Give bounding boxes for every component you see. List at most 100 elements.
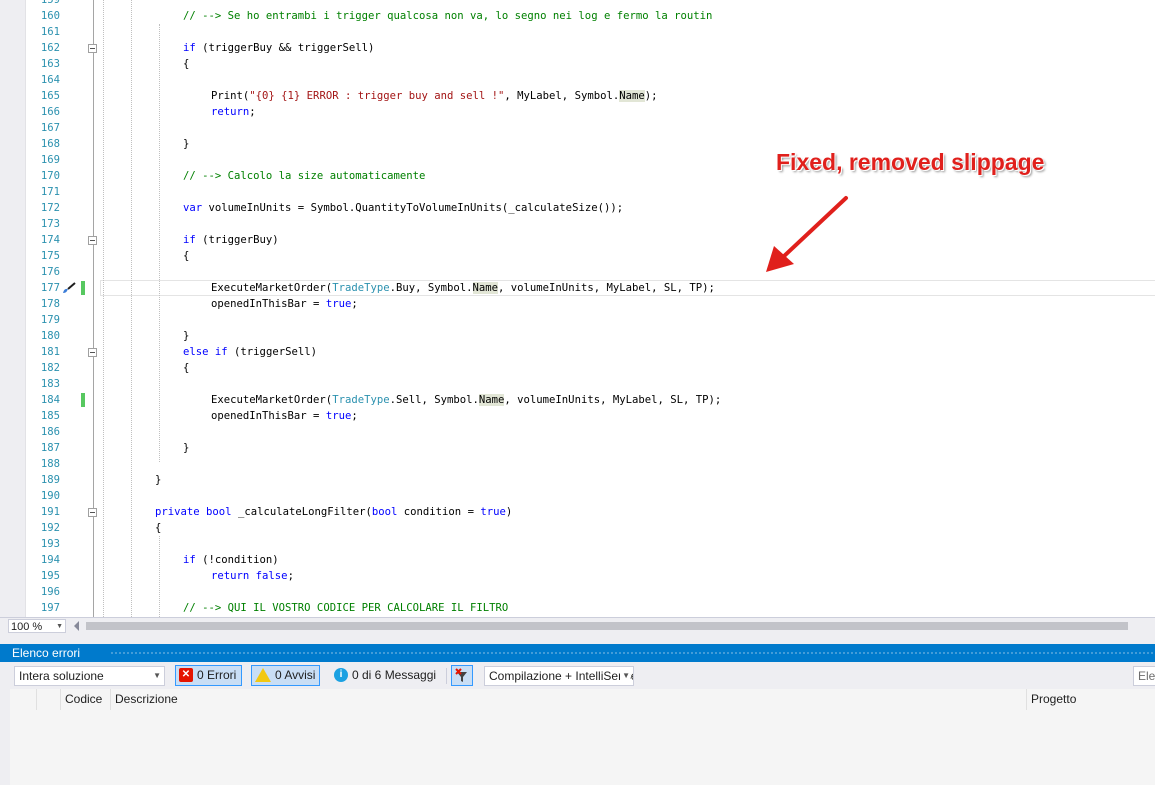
- code-line[interactable]: 166 return;: [0, 104, 1155, 120]
- code-line[interactable]: 159: [0, 0, 1155, 8]
- code-token: .Buy, Symbol.: [389, 282, 473, 294]
- code-line[interactable]: 174 if (triggerBuy): [0, 232, 1155, 248]
- code-line[interactable]: 196: [0, 584, 1155, 600]
- zoom-level-select[interactable]: 100 % ▼: [8, 619, 66, 633]
- code-line[interactable]: 193: [0, 536, 1155, 552]
- line-number: 190: [40, 490, 60, 502]
- code-line[interactable]: 195 return false;: [0, 568, 1155, 584]
- code-line[interactable]: 160 // --> Se ho entrambi i trigger qualc…: [0, 8, 1155, 24]
- code-line[interactable]: 176: [0, 264, 1155, 280]
- code-line[interactable]: 171: [0, 184, 1155, 200]
- code-line[interactable]: 190: [0, 488, 1155, 504]
- line-number: 181: [40, 346, 60, 358]
- code-line[interactable]: 177 ExecuteMarketOrder(TradeType.Buy, Sym…: [0, 280, 1155, 296]
- code-line[interactable]: 167: [0, 120, 1155, 136]
- code-line[interactable]: 180}: [0, 328, 1155, 344]
- line-number: 161: [40, 26, 60, 38]
- scroll-left-icon[interactable]: [74, 621, 79, 631]
- code-line[interactable]: 189}: [0, 472, 1155, 488]
- line-number: 189: [40, 474, 60, 486]
- line-number: 195: [40, 570, 60, 582]
- messages-filter-button[interactable]: i 0 di 6 Messaggi: [330, 665, 440, 686]
- code-text: // --> QUI IL VOSTRO CODICE PER CALCOLAR…: [183, 600, 508, 616]
- line-number: 188: [40, 458, 60, 470]
- code-line[interactable]: 178 openedInThisBar = true;: [0, 296, 1155, 312]
- title-bar-grip: [110, 651, 1155, 655]
- line-number: 194: [40, 554, 60, 566]
- error-list-header: Codice Descrizione Progetto: [10, 689, 1155, 711]
- scope-select[interactable]: Intera soluzione ▼: [14, 666, 165, 686]
- code-token: false: [255, 570, 288, 582]
- code-text: ExecuteMarketOrder(TradeType.Buy, Symbol…: [211, 280, 715, 296]
- chevron-down-icon: ▼: [56, 623, 63, 630]
- code-line[interactable]: 188: [0, 456, 1155, 472]
- errors-filter-button[interactable]: ✕ 0 Errori: [175, 665, 242, 686]
- code-line[interactable]: 182 {: [0, 360, 1155, 376]
- line-number: 187: [40, 442, 60, 454]
- code-token: _calculateLongFilter(: [231, 506, 372, 518]
- code-line[interactable]: 175 {: [0, 248, 1155, 264]
- error-list-body[interactable]: [10, 710, 1155, 785]
- code-line[interactable]: 187}: [0, 440, 1155, 456]
- code-line[interactable]: 197 // --> QUI IL VOSTRO CODICE PER CALCO…: [0, 600, 1155, 616]
- code-token: bool: [206, 506, 232, 518]
- column-sort-indicator[interactable]: [36, 689, 60, 710]
- filter-clear-button[interactable]: [451, 665, 473, 686]
- code-line[interactable]: 191 private bool _calculateLongFilter(boo…: [0, 504, 1155, 520]
- code-line[interactable]: 173: [0, 216, 1155, 232]
- column-header-project[interactable]: Progetto: [1026, 689, 1155, 710]
- column-header-code[interactable]: Codice: [60, 689, 112, 710]
- search-error-list-input[interactable]: Elen: [1133, 666, 1155, 686]
- code-line[interactable]: 165 Print("{0} {1} ERROR : trigger buy an…: [0, 88, 1155, 104]
- code-line[interactable]: 185 openedInThisBar = true;: [0, 408, 1155, 424]
- code-token: (!condition): [195, 554, 279, 566]
- code-line[interactable]: 194 if (!condition): [0, 552, 1155, 568]
- code-token: volumeInUnits = Symbol.QuantityToVolumeI…: [202, 202, 624, 214]
- code-token: , volumeInUnits, MyLabel, SL, TP);: [504, 394, 722, 406]
- line-number: 196: [40, 586, 60, 598]
- filter-clear-icon: [455, 668, 467, 682]
- line-number: 162: [40, 42, 60, 54]
- code-line[interactable]: 161: [0, 24, 1155, 40]
- chevron-down-icon: ▼: [153, 671, 161, 680]
- code-token: ;: [287, 570, 294, 582]
- line-number: 176: [40, 266, 60, 278]
- code-text: if (triggerBuy): [183, 232, 279, 248]
- horizontal-scrollbar-thumb[interactable]: [86, 622, 1128, 630]
- column-header-description[interactable]: Descrizione: [110, 689, 1028, 710]
- code-line[interactable]: 183: [0, 376, 1155, 392]
- code-token: TradeType: [332, 282, 390, 294]
- build-filter-select[interactable]: Compilazione + IntelliSense ▼: [484, 666, 634, 686]
- code-line[interactable]: 164: [0, 72, 1155, 88]
- code-token: openedInThisBar =: [211, 298, 326, 310]
- errors-count-label: 0 Errori: [197, 668, 237, 682]
- code-line[interactable]: 163 {: [0, 56, 1155, 72]
- code-token: ExecuteMarketOrder(: [211, 282, 333, 294]
- annotation-text: Fixed, removed slippage: [776, 149, 1045, 175]
- code-token: true: [480, 506, 506, 518]
- collapse-toggle-icon[interactable]: [88, 348, 97, 357]
- code-line[interactable]: 181 else if (triggerSell): [0, 344, 1155, 360]
- error-list-toolbar: Intera soluzione ▼ ✕ 0 Errori 0 Avvisi i0…: [0, 662, 1155, 689]
- code-line[interactable]: 172 var volumeInUnits = Symbol.QuantityTo…: [0, 200, 1155, 216]
- code-line[interactable]: 162 if (triggerBuy && triggerSell): [0, 40, 1155, 56]
- quick-action-brush-icon[interactable]: [62, 282, 76, 294]
- error-icon: ✕: [179, 667, 193, 682]
- code-line[interactable]: 192 {: [0, 520, 1155, 536]
- collapse-toggle-icon[interactable]: [88, 508, 97, 517]
- collapse-toggle-icon[interactable]: [88, 44, 97, 53]
- collapse-toggle-icon[interactable]: [88, 236, 97, 245]
- code-line[interactable]: 179: [0, 312, 1155, 328]
- code-token: ;: [351, 410, 358, 422]
- code-text: openedInThisBar = true;: [211, 408, 358, 424]
- code-line[interactable]: 184 ExecuteMarketOrder(TradeType.Sell, Sy…: [0, 392, 1155, 408]
- code-editor[interactable]: 159 160 // --> Se ho entrambi i trigger qu…: [0, 0, 1155, 617]
- warnings-filter-button[interactable]: 0 Avvisi: [251, 665, 320, 686]
- line-number: 192: [40, 522, 60, 534]
- code-token: , volumeInUnits, MyLabel, SL, TP);: [498, 282, 715, 294]
- code-token: if: [214, 346, 228, 358]
- line-number: 169: [40, 154, 60, 166]
- code-line[interactable]: 186: [0, 424, 1155, 440]
- panel-splitter[interactable]: [0, 634, 1155, 644]
- error-list-title-bar[interactable]: Elenco errori: [0, 644, 1155, 662]
